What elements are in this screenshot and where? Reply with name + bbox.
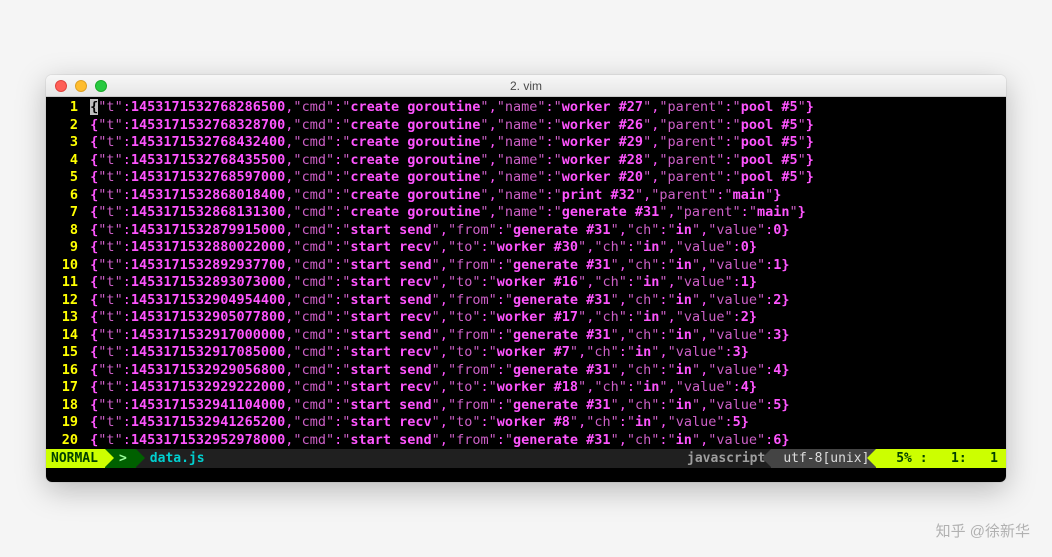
mode-indicator: NORMAL	[46, 449, 105, 468]
filename-segment: data.js	[136, 449, 681, 468]
code-content[interactable]: {"t":1453171532768435500,"cmd":"create g…	[82, 152, 1006, 170]
filename-label: data.js	[150, 451, 205, 466]
window-title: 2. vim	[46, 79, 1006, 93]
percent-label	[888, 451, 896, 466]
close-icon[interactable]	[55, 80, 67, 92]
code-content[interactable]: {"t":1453171532868131300,"cmd":"create g…	[82, 204, 1006, 222]
maximize-icon[interactable]	[95, 80, 107, 92]
terminal-window: 2. vim 1 {"t":1453171532768286500,"cmd":…	[46, 75, 1006, 482]
code-line[interactable]: 19 {"t":1453171532941265200,"cmd":"start…	[46, 414, 1006, 432]
code-content[interactable]: {"t":1453171532768432400,"cmd":"create g…	[82, 134, 1006, 152]
code-content[interactable]: {"t":1453171532917085000,"cmd":"start re…	[82, 344, 1006, 362]
position-segment: 5% : 1: 1	[876, 449, 1006, 468]
code-content[interactable]: {"t":1453171532768597000,"cmd":"create g…	[82, 169, 1006, 187]
line-number: 19	[46, 414, 82, 432]
code-content[interactable]: {"t":1453171532893073000,"cmd":"start re…	[82, 274, 1006, 292]
line-number: 13	[46, 309, 82, 327]
code-content[interactable]: {"t":1453171532929222000,"cmd":"start re…	[82, 379, 1006, 397]
line-number: 8	[46, 222, 82, 240]
code-content[interactable]: {"t":1453171532904954400,"cmd":"start se…	[82, 292, 1006, 310]
code-line[interactable]: 15 {"t":1453171532917085000,"cmd":"start…	[46, 344, 1006, 362]
branch-icon: >	[119, 451, 127, 466]
code-line[interactable]: 12 {"t":1453171532904954400,"cmd":"start…	[46, 292, 1006, 310]
line-number: 18	[46, 397, 82, 415]
code-content[interactable]: {"t":1453171532879915000,"cmd":"start se…	[82, 222, 1006, 240]
line-number: 1	[46, 99, 82, 117]
code-content[interactable]: {"t":1453171532880022000,"cmd":"start re…	[82, 239, 1006, 257]
code-content[interactable]: {"t":1453171532768286500,"cmd":"create g…	[82, 99, 1006, 117]
code-content[interactable]: {"t":1453171532768328700,"cmd":"create g…	[82, 117, 1006, 135]
code-content[interactable]: {"t":1453171532905077800,"cmd":"start re…	[82, 309, 1006, 327]
mode-label: NORMAL	[51, 451, 98, 466]
terminal-footer	[46, 468, 1006, 482]
line-number: 4	[46, 152, 82, 170]
line-number: 7	[46, 204, 82, 222]
line-number: 5	[46, 169, 82, 187]
code-content[interactable]: {"t":1453171532868018400,"cmd":"create g…	[82, 187, 1006, 205]
code-line[interactable]: 18 {"t":1453171532941104000,"cmd":"start…	[46, 397, 1006, 415]
line-number: 20	[46, 432, 82, 450]
watermark: 知乎 @徐新华	[936, 520, 1030, 541]
code-line[interactable]: 7 {"t":1453171532868131300,"cmd":"create…	[46, 204, 1006, 222]
code-line[interactable]: 16 {"t":1453171532929056800,"cmd":"start…	[46, 362, 1006, 380]
editor-viewport[interactable]: 1 {"t":1453171532768286500,"cmd":"create…	[46, 97, 1006, 449]
minimize-icon[interactable]	[75, 80, 87, 92]
code-content[interactable]: {"t":1453171532892937700,"cmd":"start se…	[82, 257, 1006, 275]
col-label: 1	[990, 451, 998, 466]
line-number: 17	[46, 379, 82, 397]
code-line[interactable]: 11 {"t":1453171532893073000,"cmd":"start…	[46, 274, 1006, 292]
line-number: 12	[46, 292, 82, 310]
code-line[interactable]: 10 {"t":1453171532892937700,"cmd":"start…	[46, 257, 1006, 275]
line-number: 2	[46, 117, 82, 135]
line-number: 16	[46, 362, 82, 380]
code-line[interactable]: 8 {"t":1453171532879915000,"cmd":"start …	[46, 222, 1006, 240]
code-line[interactable]: 2 {"t":1453171532768328700,"cmd":"create…	[46, 117, 1006, 135]
code-content[interactable]: {"t":1453171532929056800,"cmd":"start se…	[82, 362, 1006, 380]
line-number: 9	[46, 239, 82, 257]
code-line[interactable]: 14 {"t":1453171532917000000,"cmd":"start…	[46, 327, 1006, 345]
code-line[interactable]: 4 {"t":1453171532768435500,"cmd":"create…	[46, 152, 1006, 170]
line-number: 11	[46, 274, 82, 292]
filetype-segment: javascript	[681, 449, 771, 468]
code-line[interactable]: 9 {"t":1453171532880022000,"cmd":"start …	[46, 239, 1006, 257]
line-number: 6	[46, 187, 82, 205]
line-number: 14	[46, 327, 82, 345]
code-line[interactable]: 1 {"t":1453171532768286500,"cmd":"create…	[46, 99, 1006, 117]
code-line[interactable]: 17 {"t":1453171532929222000,"cmd":"start…	[46, 379, 1006, 397]
code-content[interactable]: {"t":1453171532941104000,"cmd":"start se…	[82, 397, 1006, 415]
line-label: 1	[951, 451, 959, 466]
code-line[interactable]: 3 {"t":1453171532768432400,"cmd":"create…	[46, 134, 1006, 152]
code-line[interactable]: 6 {"t":1453171532868018400,"cmd":"create…	[46, 187, 1006, 205]
titlebar[interactable]: 2. vim	[46, 75, 1006, 97]
line-number: 3	[46, 134, 82, 152]
code-line[interactable]: 13 {"t":1453171532905077800,"cmd":"start…	[46, 309, 1006, 327]
encoding-segment: utf-8[unix]	[771, 449, 876, 468]
code-content[interactable]: {"t":1453171532952978000,"cmd":"start se…	[82, 432, 1006, 450]
line-number: 10	[46, 257, 82, 275]
code-content[interactable]: {"t":1453171532917000000,"cmd":"start se…	[82, 327, 1006, 345]
code-line[interactable]: 5 {"t":1453171532768597000,"cmd":"create…	[46, 169, 1006, 187]
line-number: 15	[46, 344, 82, 362]
code-content[interactable]: {"t":1453171532941265200,"cmd":"start re…	[82, 414, 1006, 432]
filetype-label: javascript	[687, 451, 765, 466]
statusline: NORMAL > data.js javascript utf-8[unix] …	[46, 449, 1006, 468]
code-line[interactable]: 20 {"t":1453171532952978000,"cmd":"start…	[46, 432, 1006, 450]
encoding-label: utf-8[unix]	[783, 451, 869, 466]
traffic-lights	[46, 80, 107, 92]
